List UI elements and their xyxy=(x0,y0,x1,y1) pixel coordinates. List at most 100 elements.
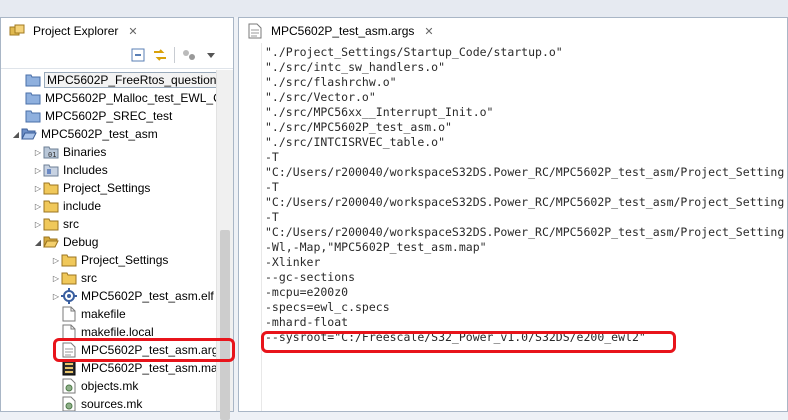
map-file-icon xyxy=(61,360,77,376)
editor-view: MPC5602P_test_asm.args ✕ "./Project_Sett… xyxy=(238,17,788,412)
tab-args-file[interactable]: MPC5602P_test_asm.args ✕ xyxy=(241,20,440,42)
toolbar-separator xyxy=(174,47,175,63)
expand-arrow-icon[interactable]: ◢ xyxy=(33,237,43,247)
tree-item[interactable]: ◢ MPC5602P_test_asm xyxy=(1,125,217,143)
tree-item-label: Binaries xyxy=(63,145,107,159)
code-line: "C:/Users/r200040/workspaceS32DS.Power_R… xyxy=(265,225,785,239)
link-with-editor-icon[interactable] xyxy=(152,47,168,63)
tree-item-label: MPC5602P_test_asm.elf xyxy=(81,289,214,303)
svg-text:01: 01 xyxy=(48,151,56,159)
includes-icon xyxy=(43,162,59,178)
project-folder-icon xyxy=(25,90,41,106)
tree-item[interactable]: MPC5602P_FreeRtos_question xyxy=(1,71,217,89)
tree-item-label: MPC5602P_Malloc_test_EWL_C xyxy=(45,91,217,105)
tree-item-label: MPC5602P_test_asm.ma xyxy=(81,361,217,375)
code-line: "./src/INTCISRVEC_table.o" xyxy=(265,135,446,149)
code-line: "./src/Vector.o" xyxy=(265,90,376,104)
tree-item[interactable]: ▷ MPC5602P_test_asm.elf xyxy=(1,287,217,305)
tree-item-label: Project_Settings xyxy=(81,253,169,267)
tree-item[interactable]: ▷ Project_Settings xyxy=(1,251,217,269)
code-line: "./src/MPC5602P_test_asm.o" xyxy=(265,120,452,134)
collapse-arrow-icon[interactable]: ▷ xyxy=(33,165,43,175)
code-line: --sysroot="C:/Freescale/S32_Power_v1.0/S… xyxy=(265,330,646,344)
editor-ruler xyxy=(239,43,262,411)
binaries-icon: 01 xyxy=(43,144,59,160)
tree-item-label: MPC5602P_test_asm.arg xyxy=(81,343,217,357)
tree-item[interactable]: ◢ Debug xyxy=(1,233,217,251)
collapse-arrow-icon[interactable]: ▷ xyxy=(51,273,61,283)
folder-icon xyxy=(43,198,59,214)
tree-item-label: MPC5602P_SREC_test xyxy=(45,109,173,123)
tree-item-label: MPC5602P_test_asm xyxy=(41,127,158,141)
tree-item[interactable]: ▷ src xyxy=(1,215,217,233)
tree-item[interactable]: makefile xyxy=(1,305,217,323)
close-icon[interactable]: ✕ xyxy=(128,25,137,38)
tree-item[interactable]: ▷ src xyxy=(1,269,217,287)
code-line: -Xlinker xyxy=(265,255,321,269)
expand-arrow-icon[interactable]: ◢ xyxy=(11,129,21,139)
project-explorer-icon xyxy=(9,23,25,39)
text-file-icon xyxy=(61,342,77,358)
tree-item-label: MPC5602P_FreeRtos_question xyxy=(43,72,217,88)
code-line: -specs=ewl_c.specs xyxy=(265,300,390,314)
code-line: "C:/Users/r200040/workspaceS32DS.Power_R… xyxy=(265,165,785,179)
collapse-arrow-icon[interactable]: ▷ xyxy=(51,255,61,265)
tree-item-label: sources.mk xyxy=(81,397,143,411)
tree-item[interactable]: ▷ Includes xyxy=(1,161,217,179)
code-line: -mhard-float xyxy=(265,315,349,329)
elf-binary-icon xyxy=(61,288,77,304)
code-line: "./src/flashrchw.o" xyxy=(265,75,397,89)
folder-open-icon xyxy=(43,234,59,250)
view-menu-icon[interactable] xyxy=(203,47,219,63)
tree-item[interactable]: ▷ include xyxy=(1,197,217,215)
editor-text-area[interactable]: "./Project_Settings/Startup_Code/startup… xyxy=(239,43,787,411)
tab-project-explorer-label: Project Explorer xyxy=(33,24,119,38)
collapse-arrow-icon[interactable]: ▷ xyxy=(51,291,61,301)
tree-item-label: src xyxy=(63,217,79,231)
collapse-arrow-icon[interactable]: ▷ xyxy=(33,183,43,193)
tree-item[interactable]: MPC5602P_test_asm.arg xyxy=(1,341,217,359)
folder-icon xyxy=(43,180,59,196)
project-tree: MPC5602P_FreeRtos_question MPC5602P_Mallo… xyxy=(1,70,217,411)
code-line: -T xyxy=(265,150,279,164)
tree-item-label: Project_Settings xyxy=(63,181,151,195)
text-file-icon xyxy=(247,23,263,39)
code-line: -T xyxy=(265,180,279,194)
collapse-arrow-icon[interactable]: ▷ xyxy=(33,201,43,211)
scrollbar-thumb[interactable] xyxy=(220,230,230,420)
file-icon xyxy=(61,306,77,322)
project-explorer-view: Project Explorer ✕ MPC5602P_FreeRtos_que… xyxy=(0,17,234,420)
collapse-arrow-icon[interactable]: ▷ xyxy=(33,147,43,157)
code-line: --gc-sections xyxy=(265,270,356,284)
folder-icon xyxy=(61,252,77,268)
collapse-all-icon[interactable] xyxy=(130,47,146,63)
tab-args-file-label: MPC5602P_test_asm.args xyxy=(271,24,415,38)
project-folder-icon xyxy=(25,72,41,88)
tree-item[interactable]: ▷ 01 Binaries xyxy=(1,143,217,161)
tree-item[interactable]: ▷ Project_Settings xyxy=(1,179,217,197)
code-line: "C:/Users/r200040/workspaceS32DS.Power_R… xyxy=(265,195,785,209)
window-top-strip xyxy=(0,0,788,17)
tree-item[interactable]: sources.mk xyxy=(1,395,217,411)
collapse-arrow-icon[interactable]: ▷ xyxy=(33,219,43,229)
tree-item[interactable]: makefile.local xyxy=(1,323,217,341)
explorer-tab-bar: Project Explorer ✕ xyxy=(1,18,233,42)
code-line: -mcpu=e200z0 xyxy=(265,285,349,299)
explorer-scrollbar[interactable] xyxy=(216,70,233,420)
code-line: "./Project_Settings/Startup_Code/startup… xyxy=(265,45,563,59)
tree-item[interactable]: MPC5602P_SREC_test xyxy=(1,107,217,125)
editor-lines: "./Project_Settings/Startup_Code/startup… xyxy=(265,45,787,345)
filter-icon[interactable] xyxy=(181,47,197,63)
tree-item[interactable]: MPC5602P_test_asm.ma xyxy=(1,359,217,377)
tree-item[interactable]: objects.mk xyxy=(1,377,217,395)
tab-project-explorer[interactable]: Project Explorer ✕ xyxy=(3,20,144,42)
close-icon[interactable]: ✕ xyxy=(424,25,433,38)
tree-item[interactable]: MPC5602P_Malloc_test_EWL_C xyxy=(1,89,217,107)
folder-icon xyxy=(43,216,59,232)
tree-item-label: src xyxy=(81,271,97,285)
tree-item-label: include xyxy=(63,199,102,213)
project-folder-open-icon xyxy=(21,126,37,142)
